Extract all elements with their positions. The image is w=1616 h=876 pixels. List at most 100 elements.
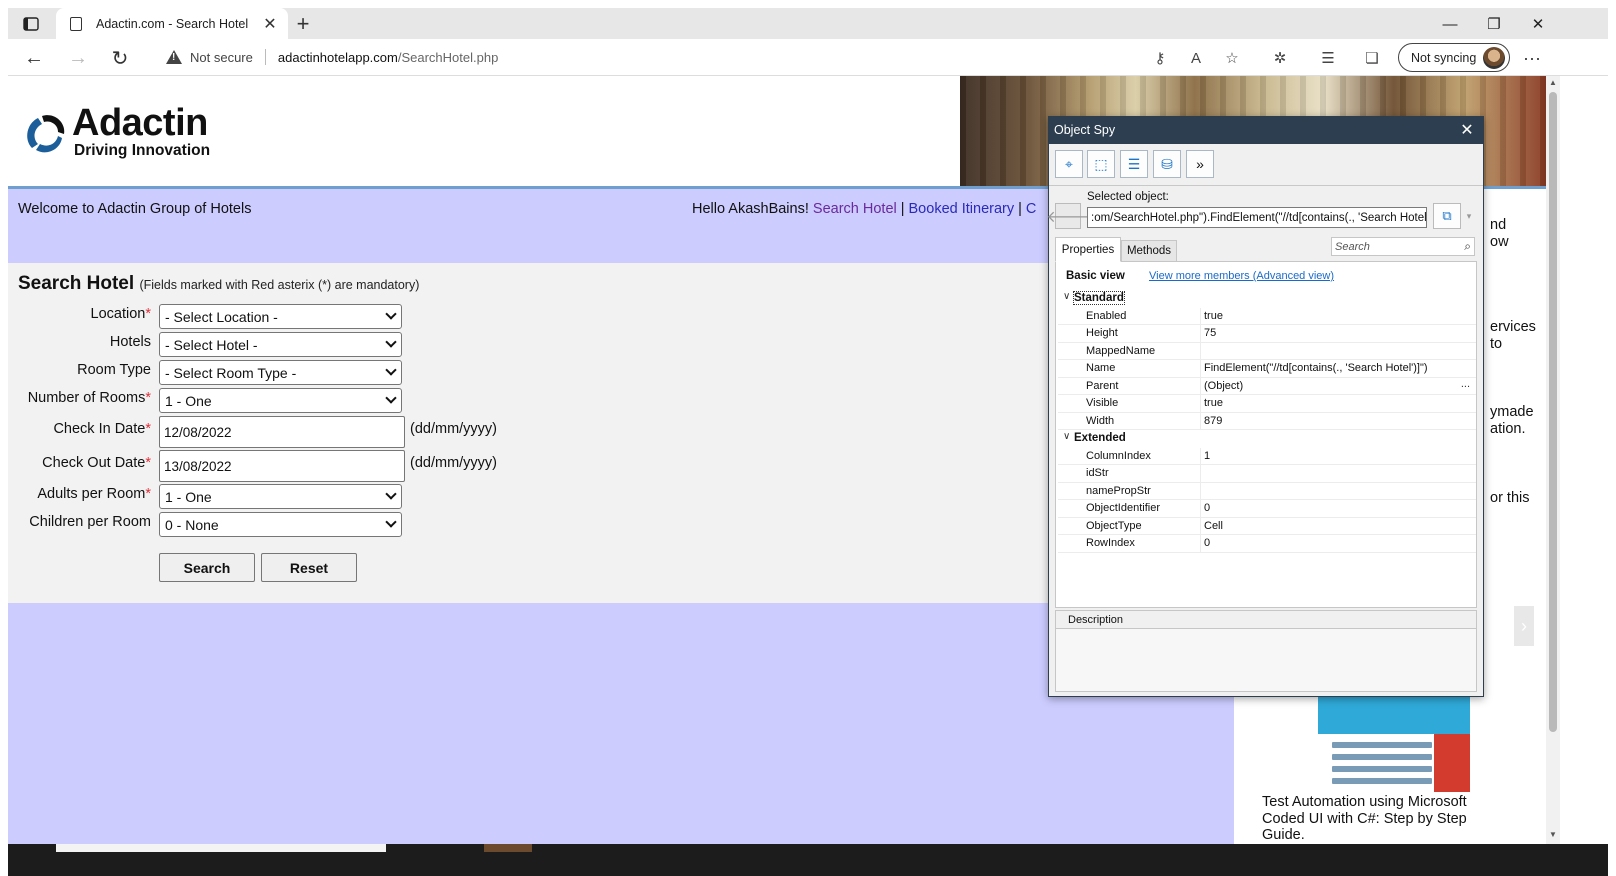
carousel-next-icon[interactable]: › — [1514, 606, 1534, 646]
expand-toolbar-icon[interactable]: » — [1186, 150, 1214, 178]
address-bar: ← → ↻ Not secure adactinhotelapp.com/Sea… — [8, 39, 1608, 76]
nav-booked-itinerary-link[interactable]: Booked Itinerary — [909, 201, 1015, 217]
book-title-link[interactable]: Test Automation using Microsoft Coded UI… — [1262, 794, 1512, 844]
property-value: 75 — [1204, 327, 1217, 339]
scroll-up-icon[interactable]: ▲ — [1548, 78, 1558, 88]
scroll-thumb[interactable] — [1549, 92, 1557, 732]
chevron-down-icon — [385, 364, 397, 376]
url-field[interactable]: Not secure adactinhotelapp.com/SearchHot… — [150, 42, 1280, 72]
property-row[interactable]: RowIndex 0 — [1058, 535, 1476, 553]
active-tab[interactable]: Adactin.com - Search Hotel ✕ — [56, 8, 288, 39]
selected-object-field[interactable]: :om/SearchHotel.php").FindElement("//td[… — [1087, 207, 1427, 228]
page-icon — [70, 16, 82, 31]
property-name: idStr — [1086, 467, 1109, 479]
property-row[interactable]: Visible true — [1058, 395, 1476, 413]
number-of-rooms-select[interactable]: 1 - One — [159, 388, 402, 413]
category-standard[interactable]: ∨ Standard — [1058, 290, 1476, 308]
children-select[interactable]: 0 - None — [159, 512, 402, 537]
location-select[interactable]: - Select Location - — [159, 304, 402, 329]
check-out-date-field[interactable]: 13/08/2022 — [159, 450, 405, 482]
nav-search-hotel-link[interactable]: Search Hotel — [813, 201, 897, 217]
window-close-icon[interactable]: ✕ — [1518, 11, 1558, 37]
property-name: ColumnIndex — [1086, 449, 1151, 462]
property-name: ObjectType — [1086, 519, 1142, 532]
tab-methods[interactable]: Methods — [1121, 240, 1177, 262]
page-scrollbar[interactable]: ▲ ▼ — [1546, 76, 1560, 844]
nav-more-link[interactable]: C — [1026, 201, 1036, 217]
collapse-icon[interactable]: ∨ — [1063, 431, 1070, 442]
chevron-down-icon[interactable]: ▾ — [1463, 203, 1475, 229]
add-favorite-icon[interactable]: ☆ — [1220, 46, 1244, 70]
chevron-down-icon — [385, 516, 397, 528]
extensions-icon[interactable]: ✲ — [1268, 46, 1292, 70]
chevron-down-icon — [385, 308, 397, 320]
copy-icon[interactable]: ⧉ — [1433, 203, 1461, 229]
back-icon[interactable]: ← — [20, 44, 48, 72]
property-row[interactable]: idStr — [1058, 465, 1476, 483]
collapse-icon[interactable]: ∨ — [1063, 291, 1070, 302]
forward-icon[interactable]: → — [64, 44, 92, 72]
close-icon[interactable]: ✕ — [1457, 120, 1477, 140]
close-tab-icon[interactable]: ✕ — [260, 14, 280, 34]
crosshair-icon[interactable]: ⌖ — [1055, 150, 1083, 178]
favorites-icon[interactable]: ☰ — [1316, 46, 1340, 70]
property-name: Parent — [1086, 379, 1119, 392]
refresh-icon[interactable]: ↻ — [106, 44, 134, 72]
tree-view-icon[interactable]: ☰ — [1120, 150, 1148, 178]
property-row[interactable]: ColumnIndex 1 — [1058, 447, 1476, 465]
advanced-view-link[interactable]: View more members (Advanced view) — [1149, 270, 1334, 282]
hotels-select[interactable]: - Select Hotel - — [159, 332, 402, 357]
pointer-select-icon[interactable]: ⬚ — [1087, 150, 1115, 178]
search-input[interactable]: Search ⌕ — [1331, 237, 1475, 256]
form-title: Search Hotel — [18, 273, 135, 294]
room-type-select[interactable]: - Select Room Type - — [159, 360, 402, 385]
object-spy-titlebar[interactable]: Object Spy ✕ — [1049, 117, 1483, 144]
property-row[interactable]: ObjectType Cell — [1058, 517, 1476, 535]
property-name: ObjectIdentifier — [1086, 502, 1160, 514]
property-row[interactable]: Parent (Object)... — [1058, 377, 1476, 395]
repository-icon[interactable]: ⛁ — [1153, 150, 1181, 178]
sidebar-text-fragment: nd — [1490, 217, 1507, 233]
collections-icon[interactable]: ❏ — [1360, 46, 1384, 70]
new-tab-icon[interactable]: + — [290, 11, 316, 37]
minimize-icon[interactable]: — — [1430, 11, 1470, 37]
nav-separator: | — [900, 201, 905, 217]
book-cover-image[interactable] — [1318, 696, 1470, 792]
check-in-date-field[interactable]: 12/08/2022 — [159, 416, 405, 448]
more-menu-icon[interactable]: ··· — [1520, 46, 1544, 70]
property-row[interactable]: namePropStr — [1058, 482, 1476, 500]
tab-bar: Adactin.com - Search Hotel ✕ + — ❐ ✕ — [8, 8, 1608, 39]
search-button[interactable]: Search — [159, 553, 255, 582]
search-placeholder: Search — [1335, 240, 1370, 253]
tab-properties[interactable]: Properties — [1055, 237, 1121, 262]
taskbar — [8, 844, 1608, 876]
room-type-label: Room Type — [77, 362, 151, 378]
url-path: /SearchHotel.php — [397, 49, 499, 65]
property-name: MappedName — [1086, 344, 1156, 357]
key-icon[interactable]: ⚷ — [1148, 46, 1172, 70]
avatar — [1483, 47, 1505, 69]
reset-button[interactable]: Reset — [261, 553, 357, 582]
welcome-text: Welcome to Adactin Group of Hotels — [18, 201, 252, 217]
property-row[interactable]: MappedName — [1058, 342, 1476, 360]
property-row[interactable]: Name FindElement("//td[contains(., 'Searc… — [1058, 360, 1476, 378]
back-icon[interactable]: 🡐 — [1047, 203, 1089, 229]
tab-actions-icon[interactable] — [16, 12, 46, 36]
property-name: Height — [1086, 327, 1118, 339]
toolbar-divider — [1049, 185, 1483, 186]
property-name: Visible — [1086, 397, 1119, 409]
restore-icon[interactable]: ❐ — [1474, 11, 1514, 37]
read-aloud-icon[interactable]: A — [1184, 46, 1208, 70]
more-options-icon[interactable]: ... — [1461, 378, 1470, 390]
category-extended[interactable]: ∨ Extended — [1058, 430, 1476, 448]
adactin-logo[interactable]: Adactin Driving Innovation — [22, 102, 242, 166]
search-icon[interactable]: ⌕ — [1464, 239, 1471, 254]
property-row[interactable]: Width 879 — [1058, 412, 1476, 430]
profile-sync-button[interactable]: Not syncing — [1398, 43, 1510, 72]
scroll-down-icon[interactable]: ▼ — [1548, 830, 1558, 840]
property-row[interactable]: Height 75 — [1058, 325, 1476, 343]
property-row[interactable]: Enabled true — [1058, 307, 1476, 325]
property-row[interactable]: ObjectIdentifier 0 — [1058, 500, 1476, 518]
object-spy-title: Object Spy — [1054, 123, 1116, 137]
adults-select[interactable]: 1 - One — [159, 484, 402, 509]
